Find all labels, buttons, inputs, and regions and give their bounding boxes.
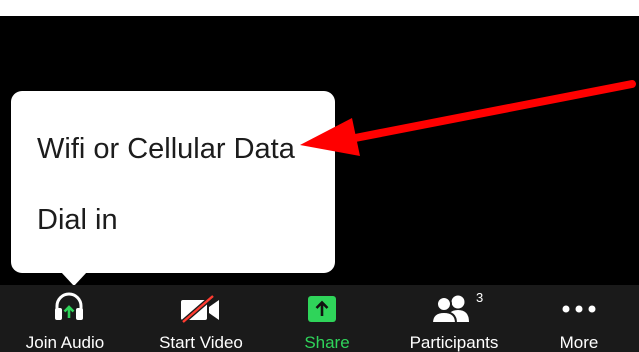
participants-count: 3 bbox=[476, 290, 484, 305]
share-button[interactable]: Share bbox=[291, 285, 363, 352]
headphones-upload-icon bbox=[55, 292, 83, 320]
meeting-screen: Wifi or Cellular Data Dial in Join Audio bbox=[0, 16, 639, 352]
menu-item-dial-in[interactable]: Dial in bbox=[37, 204, 118, 237]
menu-pointer bbox=[61, 272, 87, 286]
more-label: More bbox=[559, 333, 599, 352]
participants-label: Participants bbox=[409, 333, 499, 352]
start-video-button[interactable]: Start Video bbox=[148, 285, 254, 352]
video-off-icon bbox=[181, 295, 219, 323]
share-label: Share bbox=[304, 333, 350, 352]
menu-item-wifi-cellular[interactable]: Wifi or Cellular Data bbox=[37, 133, 295, 166]
audio-options-menu: Wifi or Cellular Data Dial in bbox=[11, 91, 335, 273]
more-button[interactable]: More bbox=[549, 285, 609, 352]
participants-icon bbox=[432, 295, 469, 324]
more-dots-icon bbox=[562, 305, 596, 313]
start-video-label: Start Video bbox=[159, 333, 243, 352]
join-audio-label: Join Audio bbox=[25, 333, 105, 352]
join-audio-button[interactable]: Join Audio bbox=[18, 285, 112, 352]
share-upload-icon bbox=[308, 296, 336, 322]
meeting-toolbar: Join Audio Start Video Share 3 Participa… bbox=[0, 285, 639, 352]
participants-button[interactable]: 3 Participants bbox=[398, 285, 510, 352]
